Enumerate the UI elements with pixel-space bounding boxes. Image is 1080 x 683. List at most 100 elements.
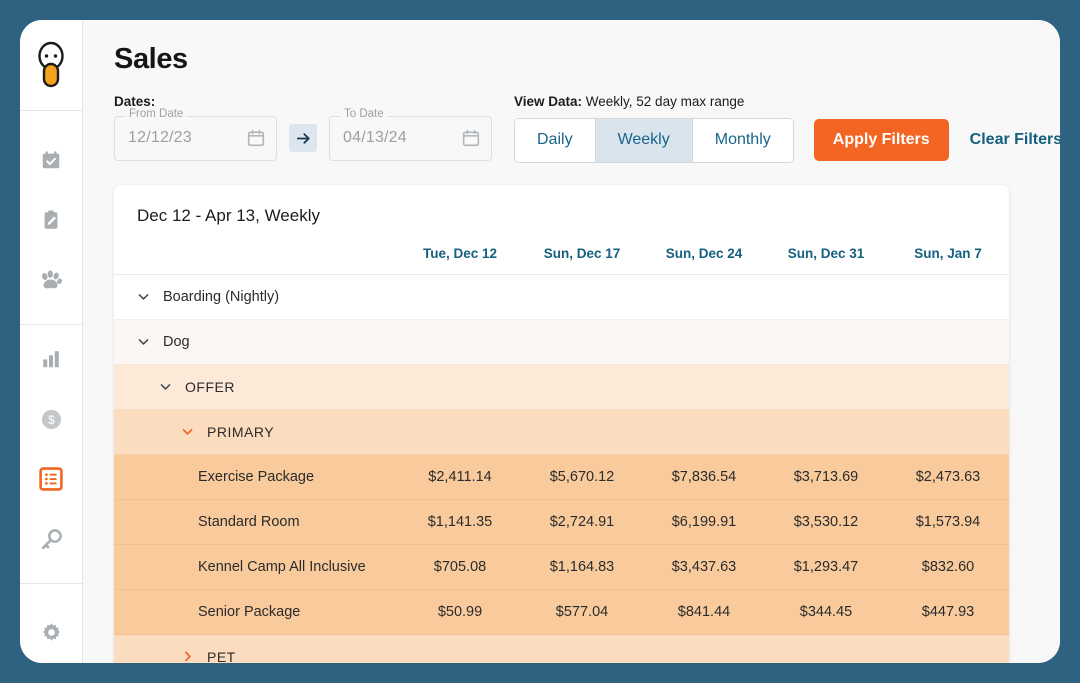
row-value-cell xyxy=(399,634,521,663)
to-date-input[interactable]: 04/13/24 xyxy=(343,129,461,147)
row-label: Standard Room xyxy=(198,513,300,530)
from-date-input[interactable]: 12/12/23 xyxy=(128,129,246,147)
row-label-cell: Exercise Package xyxy=(114,454,399,500)
view-controls: Daily Weekly Monthly Apply Filters Clear… xyxy=(514,117,1060,163)
row-label-cell: Kennel Camp All Inclusive xyxy=(114,544,399,590)
dates-group: Dates: From Date 12/12/23 To Date 04/13/… xyxy=(114,94,492,161)
to-date-field[interactable]: To Date 04/13/24 xyxy=(329,108,492,161)
column-header-0[interactable]: Tue, Dec 12 xyxy=(399,225,521,275)
column-header-3[interactable]: Sun, Dec 31 xyxy=(765,225,887,275)
row-value-cell xyxy=(887,319,1009,365)
chevron-down-icon[interactable] xyxy=(137,290,150,303)
dollar-coin-icon: $ xyxy=(41,409,61,429)
column-header-1[interactable]: Sun, Dec 17 xyxy=(521,225,643,275)
sidebar-item-reports[interactable] xyxy=(20,329,82,389)
row-value-cell: $2,411.14 xyxy=(399,454,521,500)
row-value-cell xyxy=(887,274,1009,320)
sidebar-item-payments[interactable]: $ xyxy=(20,389,82,449)
row-value-cell xyxy=(765,319,887,365)
svg-text:$: $ xyxy=(48,412,55,426)
row-value-cell: $3,713.69 xyxy=(765,454,887,500)
row-value-cell: $2,724.91 xyxy=(521,499,643,545)
row-value-cell xyxy=(399,274,521,320)
from-date-calendar-button[interactable] xyxy=(246,128,266,148)
key-icon xyxy=(41,528,62,549)
sales-table-body: Boarding (Nightly) Dog OFFER PRIMARY Exe… xyxy=(114,274,1009,663)
table-row[interactable]: Standard Room $1,141.35 $2,724.91 $6,199… xyxy=(114,499,1009,545)
chevron-down-icon[interactable] xyxy=(137,335,150,348)
tab-monthly[interactable]: Monthly xyxy=(692,118,793,162)
row-value-cell xyxy=(643,364,765,410)
row-label-cell: OFFER xyxy=(114,364,399,410)
row-value-cell: $2,473.63 xyxy=(887,454,1009,500)
sidebar-item-access[interactable] xyxy=(20,509,82,569)
sidebar-nav: $ xyxy=(20,20,83,663)
row-label-cell: Boarding (Nightly) xyxy=(114,274,399,320)
bar-chart-icon xyxy=(43,351,59,368)
row-value-cell xyxy=(643,319,765,365)
row-value-cell xyxy=(765,409,887,455)
table-row[interactable]: Senior Package $50.99 $577.04 $841.44 $3… xyxy=(114,589,1009,635)
row-value-cell xyxy=(643,274,765,320)
table-row[interactable]: Boarding (Nightly) xyxy=(114,274,1009,320)
gear-icon xyxy=(42,622,60,641)
tab-weekly[interactable]: Weekly xyxy=(595,118,693,162)
to-date-legend: To Date xyxy=(340,108,388,121)
row-label-cell: Dog xyxy=(114,319,399,365)
clear-filters-link[interactable]: Clear Filters xyxy=(970,131,1060,149)
sidebar-item-sales[interactable] xyxy=(20,449,82,509)
row-label: Senior Package xyxy=(198,603,301,620)
sidebar-item-appointments[interactable] xyxy=(20,130,82,190)
filter-bar: Dates: From Date 12/12/23 To Date 04/13/… xyxy=(114,94,1060,163)
row-label-cell: Standard Room xyxy=(114,499,399,545)
sidebar-item-pets[interactable] xyxy=(20,250,82,310)
row-label: OFFER xyxy=(185,378,235,395)
to-date-calendar-button[interactable] xyxy=(461,128,481,148)
column-header-4[interactable]: Sun, Jan 7 xyxy=(887,225,1009,275)
row-value-cell: $841.44 xyxy=(643,589,765,635)
row-label: Dog xyxy=(163,333,190,350)
table-row[interactable]: Dog xyxy=(114,319,1009,365)
sidebar-item-settings[interactable] xyxy=(20,602,82,662)
row-value-cell xyxy=(399,364,521,410)
row-value-cell: $344.45 xyxy=(765,589,887,635)
row-value-cell xyxy=(521,409,643,455)
app-window: $ Sales Dates: From Date 12/12/23 To Dat… xyxy=(20,20,1060,663)
table-row[interactable]: Kennel Camp All Inclusive $705.08 $1,164… xyxy=(114,544,1009,590)
row-label-cell: PRIMARY xyxy=(114,409,399,455)
table-row[interactable]: Exercise Package $2,411.14 $5,670.12 $7,… xyxy=(114,454,1009,500)
row-value-cell xyxy=(399,319,521,365)
chevron-down-icon[interactable] xyxy=(181,425,194,438)
from-date-field[interactable]: From Date 12/12/23 xyxy=(114,108,277,161)
sidebar-bottom-items xyxy=(20,584,82,662)
row-value-cell: $5,670.12 xyxy=(521,454,643,500)
row-label: PRIMARY xyxy=(207,423,275,440)
date-range-apply-arrow-button[interactable] xyxy=(289,124,317,153)
interval-segmented-control: Daily Weekly Monthly xyxy=(514,117,794,163)
sidebar-divider-1 xyxy=(20,324,82,325)
sales-table-card: Dec 12 - Apr 13, Weekly Tue, Dec 12 Sun,… xyxy=(114,184,1009,663)
row-value-cell xyxy=(643,409,765,455)
row-label: PET xyxy=(207,648,236,663)
column-header-2[interactable]: Sun, Dec 24 xyxy=(643,225,765,275)
main-content: Sales Dates: From Date 12/12/23 To Date … xyxy=(83,20,1060,663)
chevron-right-icon[interactable] xyxy=(181,650,194,663)
from-date-legend: From Date xyxy=(125,108,188,121)
sidebar-item-notes[interactable] xyxy=(20,190,82,250)
chevron-down-icon[interactable] xyxy=(159,380,172,393)
row-value-cell xyxy=(887,634,1009,663)
row-value-cell: $1,141.35 xyxy=(399,499,521,545)
tab-daily[interactable]: Daily xyxy=(515,118,596,162)
row-value-cell: $705.08 xyxy=(399,544,521,590)
apply-filters-button[interactable]: Apply Filters xyxy=(813,119,949,162)
app-logo[interactable] xyxy=(20,20,82,111)
view-data-group: View Data: Weekly, 52 day max range Dail… xyxy=(514,94,1060,163)
table-row[interactable]: OFFER xyxy=(114,364,1009,410)
row-value-cell: $832.60 xyxy=(887,544,1009,590)
table-row[interactable]: PRIMARY xyxy=(114,409,1009,455)
row-value-cell: $1,293.47 xyxy=(765,544,887,590)
table-title: Dec 12 - Apr 13, Weekly xyxy=(137,205,320,225)
list-report-icon xyxy=(39,467,63,491)
sidebar-item-list: $ xyxy=(20,111,82,662)
table-row[interactable]: PET xyxy=(114,634,1009,663)
